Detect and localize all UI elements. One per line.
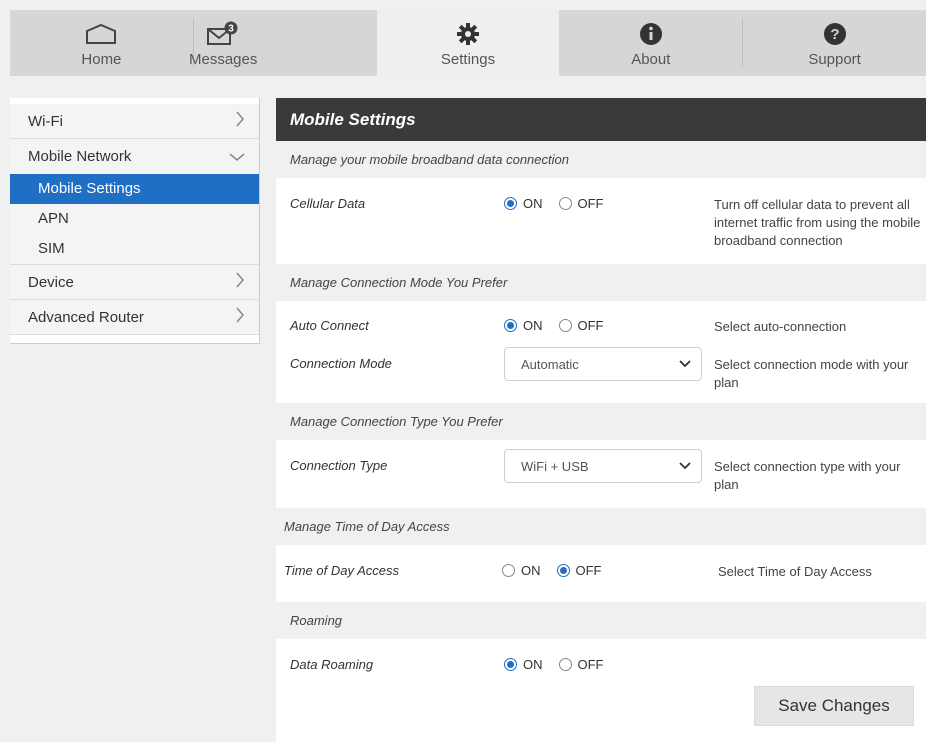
cellular-data-off-radio[interactable] bbox=[558, 197, 572, 210]
sidebar-item-label: Mobile Network bbox=[28, 148, 132, 165]
time-of-day-description: Select Time of Day Access bbox=[718, 564, 872, 579]
sidebar-item-wifi[interactable]: Wi-Fi bbox=[10, 104, 259, 139]
connection-mode-label: Connection Mode bbox=[290, 356, 392, 371]
section-heading: Manage Connection Type You Prefer bbox=[276, 403, 926, 440]
cellular-data-description: Turn off cellular data to prevent all in… bbox=[714, 197, 921, 248]
section-heading: Roaming bbox=[276, 602, 926, 639]
cellular-data-row: Cellular Data ON OFF Turn off cellular d… bbox=[276, 178, 926, 264]
sidebar: Wi-Fi Mobile Network Mobile Settings APN… bbox=[10, 98, 260, 344]
tab-about-label: About bbox=[631, 51, 671, 68]
tab-settings-label: Settings bbox=[440, 51, 496, 68]
tab-messages[interactable]: 3 Messages bbox=[189, 10, 377, 76]
sidebar-item-label: Wi-Fi bbox=[28, 112, 63, 130]
section-heading: Manage Time of Day Access bbox=[276, 508, 926, 545]
sidebar-item-advanced-router[interactable]: Advanced Router bbox=[10, 300, 259, 335]
cellular-data-on-radio[interactable] bbox=[504, 197, 517, 210]
radio-label: ON bbox=[523, 318, 543, 333]
mobile-network-submenu: Mobile Settings APN SIM bbox=[10, 174, 259, 265]
page-title: Mobile Settings bbox=[276, 98, 926, 141]
time-of-day-row: Time of Day Access ON OFF Select Time of… bbox=[276, 545, 926, 602]
connection-mode-row: Auto Connect ON OFF Select auto-connecti… bbox=[276, 301, 926, 403]
connection-type-select[interactable]: WiFi + USB bbox=[504, 449, 702, 483]
tab-about[interactable]: About bbox=[559, 10, 742, 76]
tab-support-label: Support bbox=[808, 51, 861, 68]
save-changes-button[interactable]: Save Changes bbox=[754, 686, 914, 726]
connection-type-row: Connection Type WiFi + USB Select connec… bbox=[276, 440, 926, 508]
chevron-down-icon bbox=[229, 145, 245, 168]
top-nav-bar: Home 3 Messages Settings About ? Support bbox=[10, 10, 926, 76]
svg-text:?: ? bbox=[830, 26, 839, 43]
messages-badge: 3 bbox=[228, 24, 234, 35]
time-of-day-label: Time of Day Access bbox=[284, 563, 399, 578]
sidebar-item-mobile-network[interactable]: Mobile Network bbox=[10, 139, 259, 174]
settings-panel: Mobile Settings Manage your mobile broad… bbox=[276, 98, 926, 742]
radio-label: OFF bbox=[577, 196, 604, 211]
data-roaming-toggle: ON OFF bbox=[504, 657, 614, 672]
chevron-down-icon bbox=[679, 462, 691, 470]
chevron-right-icon bbox=[235, 306, 245, 329]
time-of-day-toggle: ON OFF bbox=[502, 563, 612, 578]
data-roaming-off-radio[interactable] bbox=[558, 658, 572, 671]
select-value: WiFi + USB bbox=[521, 458, 589, 474]
home-icon bbox=[84, 21, 118, 47]
connection-type-label: Connection Type bbox=[290, 458, 388, 473]
chevron-right-icon bbox=[235, 110, 245, 133]
radio-label: ON bbox=[523, 657, 543, 672]
radio-label: OFF bbox=[575, 563, 602, 578]
sidebar-item-device[interactable]: Device bbox=[10, 265, 259, 300]
section-heading: Manage Connection Mode You Prefer bbox=[276, 264, 926, 301]
sidebar-subitem-apn[interactable]: APN bbox=[10, 204, 259, 234]
auto-connect-description: Select auto-connection bbox=[714, 319, 847, 334]
cellular-data-toggle: ON OFF bbox=[504, 196, 614, 211]
radio-label: ON bbox=[523, 196, 543, 211]
auto-connect-off-radio[interactable] bbox=[558, 319, 572, 332]
cellular-data-label: Cellular Data bbox=[290, 196, 366, 211]
tab-support[interactable]: ? Support bbox=[743, 10, 926, 76]
auto-connect-toggle: ON OFF bbox=[504, 318, 614, 333]
connection-type-description: Select connection type with your plan bbox=[714, 459, 901, 492]
gear-icon bbox=[455, 21, 481, 47]
tab-home-label: Home bbox=[81, 51, 122, 68]
auto-connect-on-radio[interactable] bbox=[504, 319, 517, 332]
chevron-down-icon bbox=[679, 360, 691, 368]
sidebar-item-label: Device bbox=[28, 273, 74, 291]
auto-connect-label: Auto Connect bbox=[290, 318, 369, 333]
radio-label: OFF bbox=[577, 657, 604, 672]
data-roaming-on-radio[interactable] bbox=[504, 658, 517, 671]
question-icon: ? bbox=[823, 21, 847, 47]
data-roaming-label: Data Roaming bbox=[290, 657, 374, 672]
tab-home[interactable]: Home bbox=[10, 10, 193, 76]
sidebar-subitem-mobile-settings[interactable]: Mobile Settings bbox=[10, 174, 259, 204]
sidebar-subitem-sim[interactable]: SIM bbox=[10, 234, 259, 264]
section-heading: Manage your mobile broadband data connec… bbox=[276, 141, 926, 178]
tab-settings[interactable]: Settings bbox=[376, 10, 560, 76]
select-value: Automatic bbox=[521, 356, 579, 372]
tab-messages-label: Messages bbox=[189, 51, 258, 68]
radio-label: ON bbox=[521, 563, 541, 578]
time-of-day-on-radio[interactable] bbox=[502, 564, 515, 577]
time-of-day-off-radio[interactable] bbox=[556, 564, 570, 577]
chevron-right-icon bbox=[235, 271, 245, 294]
info-icon bbox=[639, 21, 663, 47]
mail-icon: 3 bbox=[206, 21, 240, 47]
connection-mode-description: Select connection mode with your plan bbox=[714, 357, 909, 390]
sidebar-item-label: Advanced Router bbox=[28, 308, 144, 326]
connection-mode-select[interactable]: Automatic bbox=[504, 347, 702, 381]
radio-label: OFF bbox=[577, 318, 604, 333]
